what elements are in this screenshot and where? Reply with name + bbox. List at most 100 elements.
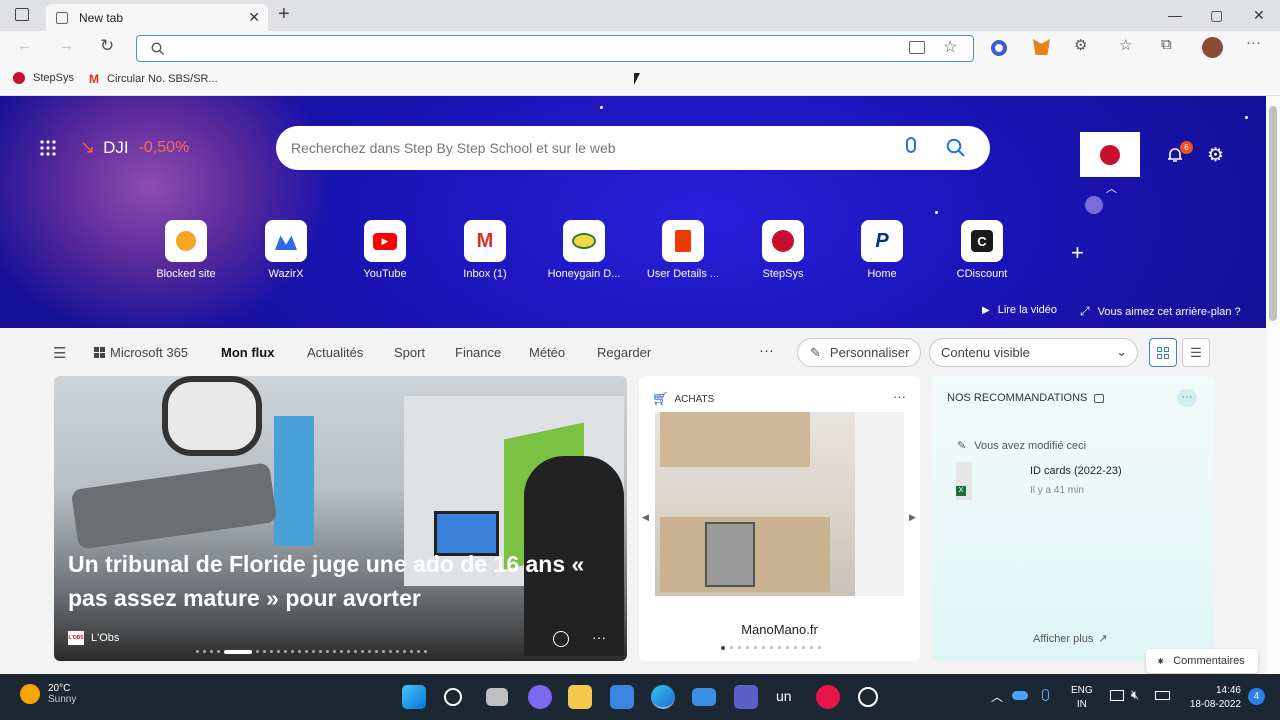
stock-ticker[interactable]: ↘ DJI -0,50% (80, 137, 189, 158)
carousel-prev-icon[interactable]: ◀ (642, 512, 649, 523)
teams-chat-icon[interactable] (528, 685, 552, 709)
mail-icon[interactable] (692, 688, 716, 706)
store-icon[interactable] (610, 685, 634, 709)
watch-video-link[interactable]: ▶ Lire la vidéo (982, 304, 1057, 316)
collapse-chevron-icon[interactable]: ︿ (1106, 180, 1117, 196)
recommendations-more-button[interactable]: ··· (1177, 389, 1197, 407)
notification-center-badge[interactable]: 4 (1248, 688, 1265, 705)
red-app-icon[interactable] (816, 685, 840, 709)
nav-regarder[interactable]: Regarder (597, 345, 651, 360)
teams-icon[interactable] (734, 685, 758, 709)
un-app-icon[interactable]: un (776, 688, 792, 704)
shopping-carousel-dots[interactable] (721, 646, 821, 650)
hamburger-menu-icon[interactable]: ☰ (53, 344, 66, 362)
camera-app-icon[interactable] (858, 687, 878, 707)
kitchen-product-image[interactable] (655, 412, 904, 596)
feedback-button[interactable]: ⁕ Commentaires (1146, 649, 1258, 673)
quick-link-youtube[interactable]: ▶ YouTube (345, 220, 425, 280)
favorites-icon[interactable]: ☆ (1119, 36, 1132, 54)
file-explorer-icon[interactable] (568, 685, 592, 709)
volume-muted-icon[interactable]: 🔇︎ (1131, 687, 1139, 703)
carousel-dots[interactable] (196, 650, 427, 654)
nav-meteo[interactable]: Météo (529, 345, 565, 360)
nav-more-button[interactable]: ··· (759, 342, 774, 359)
collections-icon[interactable]: ⧉ (1161, 36, 1172, 53)
web-search-box[interactable]: Recherchez dans Step By Step School et s… (276, 126, 990, 170)
main-story-card[interactable]: Un tribunal de Floride juge une ado de 1… (54, 376, 627, 661)
quick-link-home[interactable]: P Home (842, 220, 922, 280)
bookmark-stepsys[interactable]: StepSys (13, 72, 74, 84)
quick-link-wazirx[interactable]: WazirX (246, 220, 326, 280)
reaction-icon[interactable] (553, 631, 569, 647)
pencil-icon: ✎ (810, 344, 821, 360)
edge-browser-icon[interactable] (651, 685, 675, 709)
nav-finance[interactable]: Finance (455, 345, 501, 360)
minimize-button[interactable]: — (1168, 7, 1182, 23)
language-indicator[interactable]: ENG IN (1071, 684, 1093, 712)
personalize-button[interactable]: ✎ Personnaliser (797, 338, 921, 367)
battery-icon[interactable] (1155, 691, 1170, 700)
new-tab-button[interactable]: + (278, 3, 290, 26)
modified-note-label: Vous avez modifié ceci (974, 439, 1087, 452)
nav-microsoft-365[interactable]: Microsoft 365 (94, 345, 188, 360)
weather-widget[interactable]: 20°C Sunny (20, 683, 76, 705)
extension-circle-icon[interactable] (991, 40, 1007, 56)
shopping-card[interactable]: 🛒︎ ACHATS ··· ◀ ▶ ManoMano.fr (639, 376, 920, 661)
show-more-link[interactable]: Afficher plus ↗ (1033, 632, 1108, 646)
list-view-toggle[interactable]: ☰ (1182, 338, 1210, 367)
extensions-icon[interactable]: ⚙ (1074, 36, 1087, 54)
clock[interactable]: 14:46 18-08-2022 (1183, 684, 1241, 712)
start-menu-icon[interactable] (402, 685, 426, 709)
maximize-button[interactable]: ▢ (1210, 7, 1223, 24)
page-scrollbar[interactable] (1266, 96, 1280, 674)
tab-new-tab[interactable]: New tab ✕ (46, 4, 268, 31)
quick-link-honeygain[interactable]: Honeygain D... (544, 220, 624, 280)
recommended-file[interactable]: X ID cards (2022-23) Il y a 41 min (956, 462, 1196, 504)
search-icon[interactable] (946, 138, 966, 158)
nav-sport[interactable]: Sport (394, 345, 425, 360)
story-more-button[interactable]: ··· (592, 629, 606, 645)
organization-logo[interactable] (1080, 132, 1140, 177)
nav-actualites[interactable]: Actualités (307, 345, 363, 360)
metamask-icon[interactable] (1033, 39, 1050, 55)
quick-link-cdiscount[interactable]: C CDiscount (942, 220, 1022, 280)
story-headline[interactable]: Un tribunal de Floride juge une ado de 1… (68, 547, 618, 615)
tab-actions-icon[interactable] (15, 8, 29, 21)
shopping-more-button[interactable]: ··· (893, 389, 906, 404)
notifications-bell-icon[interactable]: 6 (1166, 141, 1193, 162)
carousel-next-icon[interactable]: ▶ (909, 512, 916, 523)
reader-view-icon[interactable] (909, 41, 925, 54)
settings-more-icon[interactable]: ··· (1246, 34, 1261, 51)
add-shortcut-button[interactable]: + (1071, 240, 1084, 266)
quick-link-stepsys[interactable]: StepSys (743, 220, 823, 280)
content-visible-dropdown[interactable]: Contenu visible ⌄ (929, 338, 1138, 367)
mic-tray-icon[interactable] (1042, 689, 1049, 701)
quick-link-blocked-site[interactable]: Blocked site (146, 220, 226, 280)
onedrive-icon[interactable] (1012, 691, 1028, 700)
merchant-name[interactable]: ManoMano.fr (639, 622, 920, 637)
like-background-link[interactable]: ⤢ Vous aimez cet arrière-plan ? (1080, 304, 1241, 319)
task-view-icon[interactable] (486, 688, 508, 706)
microphone-icon[interactable] (906, 137, 916, 153)
quick-link-user-details[interactable]: User Details ... (643, 220, 723, 280)
address-bar[interactable]: ☆ (136, 35, 974, 62)
show-hidden-icons[interactable]: ︿ (991, 688, 1003, 705)
story-source[interactable]: L'OBS L'Obs (68, 631, 119, 645)
profile-avatar[interactable] (1202, 37, 1223, 58)
nav-mon-flux[interactable]: Mon flux (221, 345, 274, 360)
close-tab-icon[interactable]: ✕ (248, 9, 260, 26)
scrollbar-thumb[interactable] (1269, 106, 1277, 321)
close-window-button[interactable]: ✕ (1253, 7, 1265, 24)
search-taskbar-icon[interactable] (444, 688, 462, 706)
forward-icon[interactable]: → (59, 37, 74, 54)
page-settings-icon[interactable]: ⚙ (1207, 144, 1224, 167)
quick-link-inbox[interactable]: M Inbox (1) (445, 220, 525, 280)
grid-view-toggle[interactable] (1149, 338, 1177, 367)
apps-grid-icon[interactable] (40, 140, 56, 156)
bookmark-circular[interactable]: M Circular No. SBS/SR... (89, 72, 218, 86)
refresh-icon[interactable]: ↻ (100, 36, 114, 56)
search-input[interactable]: Recherchez dans Step By Step School et s… (291, 140, 616, 156)
display-tray-icon[interactable] (1110, 690, 1124, 701)
favorite-star-icon[interactable]: ☆ (943, 37, 957, 57)
back-icon[interactable]: ← (17, 37, 32, 54)
